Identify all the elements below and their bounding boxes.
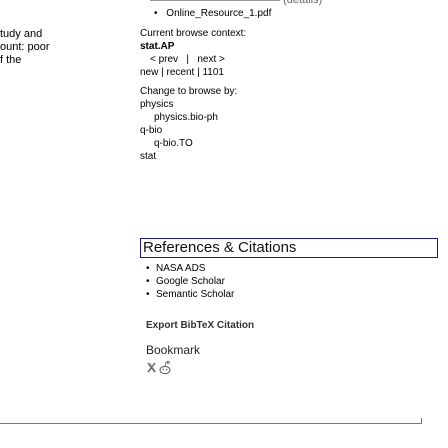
browse-context-label: Current browse context: — [140, 28, 247, 39]
export-bibtex-link[interactable]: Export BibTeX Citation — [146, 320, 254, 331]
browse-context-value: stat.AP — [140, 41, 175, 52]
details-link[interactable]: (details) — [283, 0, 322, 6]
bookmark-heading: Bookmark — [146, 343, 201, 357]
bullet-icon: • — [146, 289, 150, 300]
list-item: • Google Scholar — [146, 275, 234, 288]
abstract-line: f the — [0, 54, 22, 66]
browse-context: Current browse context: stat.AP < prev |… — [140, 27, 430, 163]
next-link[interactable]: next > — [197, 54, 225, 65]
x-icon[interactable] — [147, 362, 157, 373]
browse-item-q-bio[interactable]: q-bio — [140, 124, 430, 137]
recent-link[interactable]: recent — [167, 67, 195, 78]
footer-divider — [0, 423, 422, 424]
recent-row: new | recent | 1101 — [140, 67, 224, 78]
bookmark-icons — [146, 357, 172, 377]
footer-divider-cap — [421, 418, 422, 424]
change-browse-label: Change to browse by: — [140, 86, 238, 97]
nasa-ads-link[interactable]: NASA ADS — [156, 263, 205, 274]
recent-id-link[interactable]: 1101 — [202, 67, 224, 78]
arxiv-abstract-page: tudy and ount: poor f the (details) • On… — [0, 0, 448, 448]
browse-item-stat[interactable]: stat — [140, 150, 430, 163]
prev-link[interactable]: < prev — [150, 54, 178, 65]
bullet-icon: • — [146, 263, 150, 274]
ancillary-file-link[interactable]: Online_Resource_1.pdf — [166, 8, 271, 19]
references-list: • NASA ADS • Google Scholar • Semantic Scho… — [146, 262, 234, 301]
abstract-line: tudy and — [0, 28, 43, 40]
abstract-text-fragment: tudy and ount: poor f the — [0, 28, 120, 67]
semantic-scholar-link[interactable]: Semantic Scholar — [156, 289, 234, 300]
bullet-icon: • — [146, 276, 150, 287]
reddit-icon[interactable] — [159, 360, 171, 375]
browse-item-q-bio-to[interactable]: q-bio.TO — [154, 137, 430, 150]
browse-item-physics[interactable]: physics — [140, 98, 430, 111]
nav-separator: | — [186, 54, 190, 65]
references-citations-header: References & Citations — [140, 238, 438, 258]
list-item: • NASA ADS — [146, 262, 234, 275]
list-item: • Semantic Scholar — [146, 288, 234, 301]
clipped-header-text — [150, 0, 280, 5]
abstract-line: ount: poor — [0, 41, 50, 53]
google-scholar-link[interactable]: Google Scholar — [156, 276, 225, 287]
ancillary-file-item: • Online_Resource_1.pdf — [154, 8, 271, 19]
browse-nav: < prev | next > — [150, 53, 430, 66]
ancillary-files-header: (details) — [150, 0, 440, 8]
bullet-icon: • — [154, 8, 158, 19]
browse-item-physics-bio-ph[interactable]: physics.bio-ph — [154, 111, 430, 124]
new-link[interactable]: new — [140, 67, 158, 78]
